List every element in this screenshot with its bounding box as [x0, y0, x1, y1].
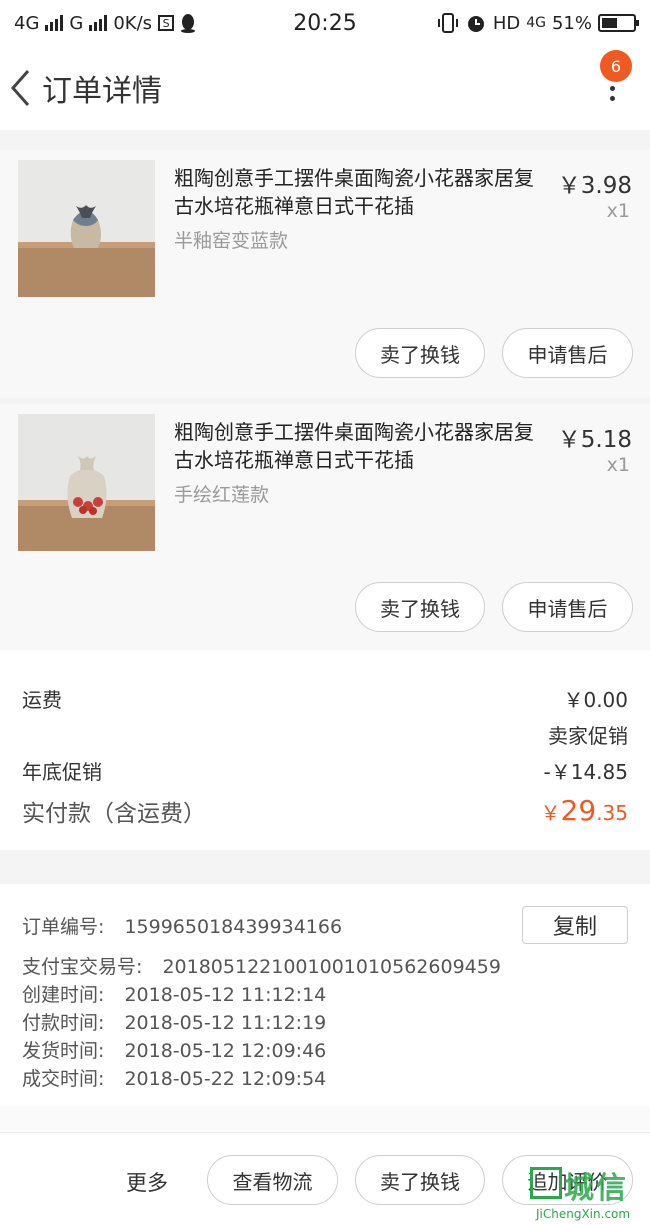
- done-row: 成交时间: 2018-05-22 12:09:54: [22, 1064, 326, 1091]
- shipped-row: 发货时间: 2018-05-12 12:09:46: [22, 1036, 326, 1063]
- nav-bar: 订单详情 6: [0, 46, 650, 130]
- created-time: 2018-05-12 11:12:14: [124, 984, 327, 1006]
- battery-fill: [602, 18, 618, 28]
- total-currency: ￥: [540, 801, 561, 825]
- total-dec: .35: [596, 801, 628, 825]
- product-sku: 手绘红莲款: [174, 484, 270, 506]
- after-sale-button[interactable]: 申请售后: [502, 582, 633, 632]
- clock: 20:25: [293, 10, 357, 36]
- alipay-label: 支付宝交易号:: [22, 956, 143, 978]
- watermark-text: 城信: [564, 1171, 628, 1206]
- divider: [0, 1106, 650, 1132]
- view-logistics-button[interactable]: 查看物流: [207, 1155, 338, 1205]
- notification-badge: 6: [600, 50, 632, 82]
- shipping-row: 运费 ￥0.00: [22, 684, 628, 713]
- paid-row: 付款时间: 2018-05-12 11:12:19: [22, 1008, 326, 1035]
- shipping-label: 运费: [22, 688, 62, 712]
- watermark-box-icon: [530, 1167, 562, 1199]
- shipped-time: 2018-05-12 12:09:46: [124, 1040, 327, 1062]
- alipay-number: 2018051221001001010562609459: [162, 956, 501, 978]
- divider: [0, 850, 650, 884]
- done-label: 成交时间:: [22, 1068, 105, 1090]
- status-bar: 4G G 0K/s S 20:25 HD 4G 51%: [0, 0, 650, 46]
- divider: [0, 130, 650, 150]
- alipay-row: 支付宝交易号: 2018051221001001010562609459: [22, 952, 501, 979]
- order-item: 粗陶创意手工摆件桌面陶瓷小花器家居复古水培花瓶禅意日式干花插 半釉窑变蓝款 ￥3…: [0, 150, 650, 398]
- paid-time: 2018-05-12 11:12:19: [124, 1012, 327, 1034]
- watermark-sub: JiChengXin.com: [536, 1207, 631, 1221]
- shipped-label: 发货时间:: [22, 1040, 105, 1062]
- sell-button[interactable]: 卖了换钱: [355, 328, 485, 378]
- product-thumbnail[interactable]: [18, 160, 155, 297]
- total-label: 实付款（含运费）: [22, 801, 206, 827]
- promo-row: 年底促销 -￥14.85: [22, 756, 628, 785]
- product-title[interactable]: 粗陶创意手工摆件桌面陶瓷小花器家居复古水培花瓶禅意日式干花插: [174, 418, 544, 474]
- product-price: ￥3.98: [557, 173, 632, 199]
- order-item: 粗陶创意手工摆件桌面陶瓷小花器家居复古水培花瓶禅意日式干花插 手绘红莲款 ￥5.…: [0, 404, 650, 650]
- total-value: ￥29.35: [541, 794, 628, 827]
- created-label: 创建时间:: [22, 984, 105, 1006]
- order-number-label: 订单编号:: [22, 916, 105, 938]
- created-row: 创建时间: 2018-05-12 11:12:14: [22, 980, 326, 1007]
- order-number: 159965018439934166: [124, 916, 343, 938]
- product-sku: 半釉窑变蓝款: [174, 230, 289, 252]
- fee-summary: 运费 ￥0.00 卖家促销 年底促销 -￥14.85 实付款（含运费） ￥29.…: [0, 650, 650, 850]
- total-row: 实付款（含运费） ￥29.35: [22, 794, 628, 828]
- bottom-action-bar: 更多 查看物流 卖了换钱 追加评价 城信 JiChengXin.com: [0, 1132, 650, 1225]
- order-number-row: 订单编号: 159965018439934166: [22, 912, 342, 939]
- paid-label: 付款时间:: [22, 1012, 105, 1034]
- product-price: ￥5.18: [557, 427, 632, 453]
- watermark-logo: 城信 JiChengXin.com: [528, 1161, 644, 1221]
- product-qty: x1: [606, 454, 630, 476]
- promo-label: 年底促销: [22, 760, 102, 784]
- after-sale-button[interactable]: 申请售后: [502, 328, 633, 378]
- total-int: 29: [560, 794, 597, 827]
- battery-icon: [598, 14, 639, 32]
- product-qty: x1: [606, 200, 630, 222]
- sell-button[interactable]: 卖了换钱: [355, 1155, 485, 1205]
- product-thumbnail[interactable]: [18, 414, 155, 551]
- done-time: 2018-05-22 12:09:54: [124, 1068, 327, 1090]
- seller-promo-label: 卖家促销: [548, 724, 628, 748]
- order-info: 订单编号: 159965018439934166 复制 支付宝交易号: 2018…: [0, 884, 650, 1106]
- shipping-value: ￥0.00: [563, 688, 628, 712]
- page-title: 订单详情: [42, 74, 162, 109]
- more-link[interactable]: 更多: [126, 1167, 168, 1197]
- back-icon[interactable]: [0, 46, 40, 130]
- sell-button[interactable]: 卖了换钱: [355, 582, 485, 632]
- product-title[interactable]: 粗陶创意手工摆件桌面陶瓷小花器家居复古水培花瓶禅意日式干花插: [174, 164, 544, 220]
- copy-button[interactable]: 复制: [522, 906, 628, 944]
- promo-value: -￥14.85: [543, 760, 628, 784]
